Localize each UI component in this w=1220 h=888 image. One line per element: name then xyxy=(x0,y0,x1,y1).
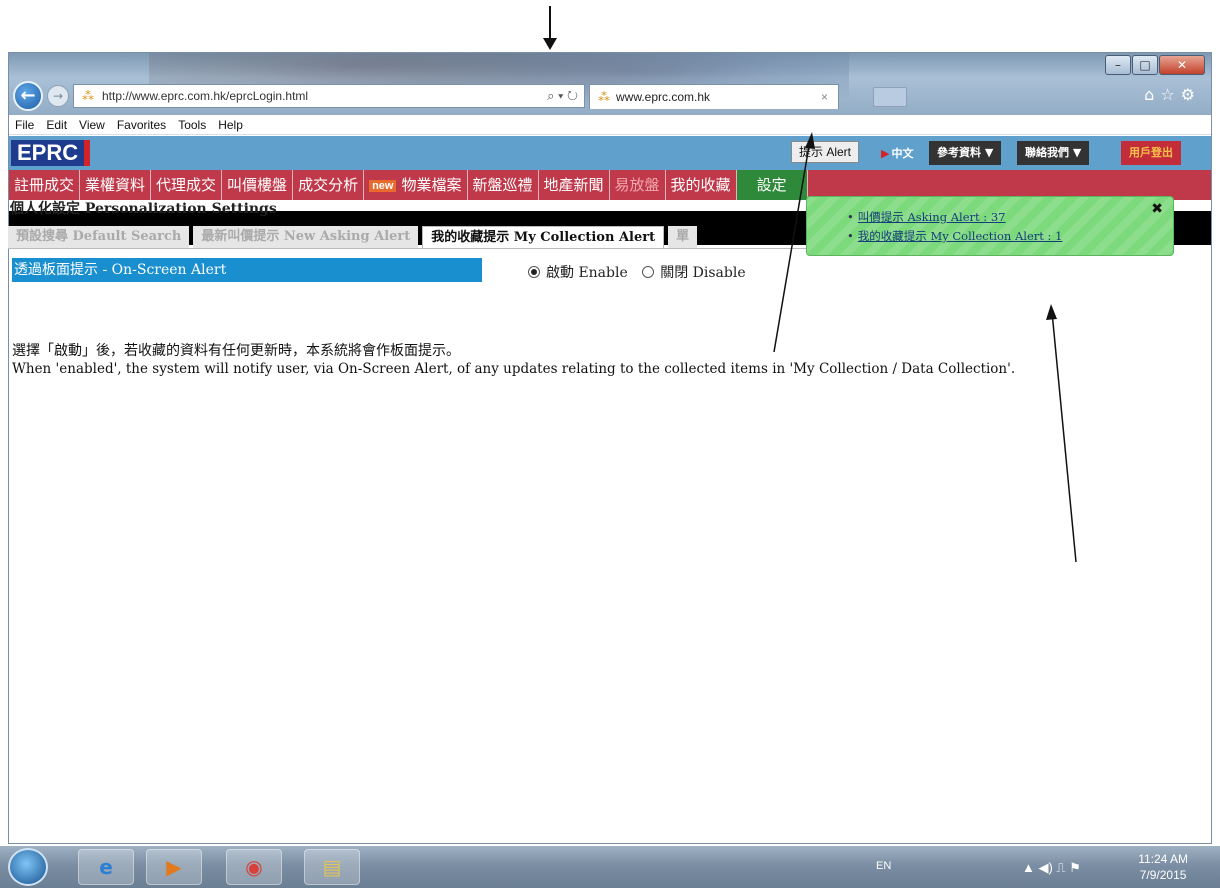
file-explorer-icon[interactable]: ▤ xyxy=(304,849,360,885)
close-icon[interactable]: ✖ xyxy=(1151,201,1163,217)
play-triangle-icon: ▶ xyxy=(881,147,890,160)
new-badge: new xyxy=(369,179,397,192)
nav-easy-listing[interactable]: 易放盤 xyxy=(610,170,666,200)
page-title: 個人化設定 Personalization Settings xyxy=(10,201,277,217)
site-favicon-icon: ⁂ xyxy=(82,89,94,103)
radio-selected-icon xyxy=(528,266,540,278)
menu-file[interactable]: File xyxy=(15,118,34,132)
references-menu[interactable]: 參考資料 ▼ xyxy=(929,141,1002,165)
nav-new-developments[interactable]: 新盤巡禮 xyxy=(468,170,539,200)
nav-property-files[interactable]: new 物業檔案 xyxy=(364,170,468,200)
tab-partial[interactable]: 單 xyxy=(668,226,698,248)
tab-my-collection-alert[interactable]: 我的收藏提示 My Collection Alert xyxy=(422,226,665,248)
title-bar: – □ ✕ ← → ⁂ http://www.eprc.com.hk/eprcL… xyxy=(9,53,1211,115)
nav-property-news[interactable]: 地產新聞 xyxy=(539,170,610,200)
menu-favorites[interactable]: Favorites xyxy=(117,118,166,132)
tab-new-asking-alert[interactable]: 最新叫價提示 New Asking Alert xyxy=(193,226,419,248)
tab-divider xyxy=(8,248,808,249)
menu-help[interactable]: Help xyxy=(218,118,243,132)
annotation-arrow-top xyxy=(549,6,551,42)
chrome-icon[interactable]: ◉ xyxy=(226,849,282,885)
nav-ownership[interactable]: 業權資料 xyxy=(80,170,152,200)
new-tab-button[interactable] xyxy=(873,87,907,107)
alert-button[interactable]: 提示 Alert xyxy=(791,141,860,163)
internet-explorer-icon[interactable]: e xyxy=(78,849,134,885)
eprc-logo[interactable]: EPRC xyxy=(11,140,91,166)
browser-tab[interactable]: ⁂ www.eprc.com.hk × xyxy=(589,84,839,109)
nav-asking-listings[interactable]: 叫價樓盤 xyxy=(222,170,294,200)
start-button[interactable] xyxy=(8,848,48,886)
nav-transaction-analysis[interactable]: 成交分析 xyxy=(293,170,365,200)
close-tab-icon[interactable]: × xyxy=(821,90,828,104)
site-header: EPRC 提示 Alert ▶ 中文 參考資料 ▼ 聯絡我們 ▼ 用戶登出 xyxy=(9,136,1211,170)
settings-tabs: 預設搜尋 Default Search 最新叫價提示 New Asking Al… xyxy=(8,226,701,248)
tray-icons[interactable]: ▲ ◀) ⎍ ⚑ xyxy=(1022,860,1081,876)
taskbar: e ▶ ◉ ▤ EN ▲ ◀) ⎍ ⚑ 11:24 AM 7/9/2015 xyxy=(0,846,1220,888)
maximize-button[interactable]: □ xyxy=(1132,55,1158,75)
contact-menu[interactable]: 聯絡我們 ▼ xyxy=(1017,141,1090,165)
section-heading: 透過板面提示 - On-Screen Alert xyxy=(12,258,482,282)
home-favorites-settings-icons[interactable]: ⌂☆⚙ xyxy=(1144,85,1201,104)
enable-label: 啟動 Enable xyxy=(546,265,628,281)
tab-default-search[interactable]: 預設搜尋 Default Search xyxy=(8,226,190,248)
menu-edit[interactable]: Edit xyxy=(46,118,67,132)
disable-radio[interactable]: 關閉 Disable xyxy=(642,262,746,282)
logout-link[interactable]: 用戶登出 xyxy=(1121,141,1181,165)
address-url[interactable]: http://www.eprc.com.hk/eprcLogin.html xyxy=(102,89,547,103)
menu-bar: File Edit View Favorites Tools Help xyxy=(9,115,1211,135)
tab-title: www.eprc.com.hk xyxy=(616,90,711,104)
browser-window: – □ ✕ ← → ⁂ http://www.eprc.com.hk/eprcL… xyxy=(8,52,1212,844)
nav-registered-transactions[interactable]: 註冊成交 xyxy=(9,170,81,200)
description-english: When 'enabled', the system will notify u… xyxy=(12,361,1016,377)
nav-property-files-label: 物業檔案 xyxy=(401,176,462,194)
asking-alert-link[interactable]: 叫價提示 Asking Alert : 37 xyxy=(847,209,1062,225)
description-chinese: 選擇「啟動」後，若收藏的資料有任何更新時，本系統將會作板面提示。 xyxy=(12,343,460,359)
address-bar[interactable]: ⁂ http://www.eprc.com.hk/eprcLogin.html … xyxy=(73,84,585,108)
nav-settings[interactable]: 設定 xyxy=(736,170,808,200)
system-clock[interactable]: 11:24 AM 7/9/2015 xyxy=(1138,851,1188,883)
annotation-arrowhead-top xyxy=(543,38,557,50)
clock-time: 11:24 AM xyxy=(1138,852,1188,866)
alert-popup: 叫價提示 Asking Alert : 37 我的收藏提示 My Collect… xyxy=(806,196,1174,256)
disable-label: 關閉 Disable xyxy=(660,265,746,281)
collection-alert-link[interactable]: 我的收藏提示 My Collection Alert : 1 xyxy=(847,228,1063,244)
menu-tools[interactable]: Tools xyxy=(178,118,206,132)
input-language[interactable]: EN xyxy=(876,860,891,872)
close-window-button[interactable]: ✕ xyxy=(1159,55,1205,75)
alert-toggle-group: 啟動 Enable 關閉 Disable xyxy=(528,262,756,282)
nav-my-collection[interactable]: 我的收藏 xyxy=(666,170,737,200)
forward-button[interactable]: → xyxy=(47,85,69,107)
language-label: 中文 xyxy=(891,147,914,160)
back-button[interactable]: ← xyxy=(13,81,43,111)
minimize-button[interactable]: – xyxy=(1105,55,1131,75)
search-refresh-icon[interactable]: ⌕ ▾ ↻ xyxy=(547,88,578,104)
tab-favicon-icon: ⁂ xyxy=(598,90,610,104)
language-link[interactable]: ▶ 中文 xyxy=(881,145,913,161)
enable-radio[interactable]: 啟動 Enable xyxy=(528,262,628,282)
alert-list: 叫價提示 Asking Alert : 37 我的收藏提示 My Collect… xyxy=(847,209,1063,247)
media-player-icon[interactable]: ▶ xyxy=(146,849,202,885)
radio-unselected-icon xyxy=(642,266,655,278)
nav-agency-transactions[interactable]: 代理成交 xyxy=(151,170,223,200)
clock-date: 7/9/2015 xyxy=(1139,868,1187,882)
window-controls: – □ ✕ xyxy=(1104,55,1205,75)
menu-view[interactable]: View xyxy=(79,118,105,132)
